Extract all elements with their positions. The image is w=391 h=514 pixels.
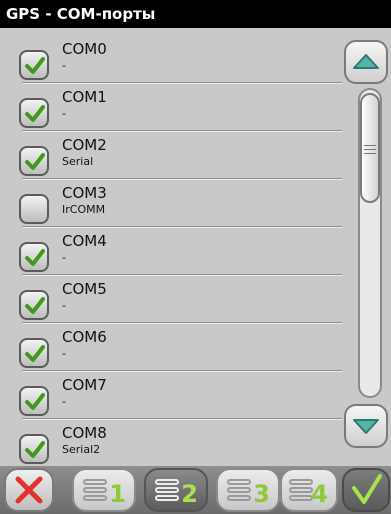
- row-divider: [22, 226, 342, 227]
- checkmark-icon: [25, 345, 45, 362]
- com-port-row[interactable]: COM3 IrCOMM: [14, 180, 344, 227]
- row-divider: [22, 322, 342, 323]
- com-port-row[interactable]: COM1 -: [14, 84, 344, 131]
- port-description: Serial2: [62, 443, 101, 456]
- com-port-list: COM0 - COM1 - COM2 Serial COM3 IrCOMM CO…: [14, 36, 344, 468]
- port-name: COM8: [62, 424, 107, 442]
- scroll-down-button[interactable]: [344, 404, 388, 448]
- port-checkbox[interactable]: [19, 242, 49, 272]
- row-divider: [22, 370, 342, 371]
- scroll-grip-line: [364, 149, 376, 150]
- row-divider: [22, 178, 342, 179]
- port-name: COM5: [62, 280, 107, 298]
- checkmark-icon: [25, 441, 45, 458]
- com-port-row[interactable]: COM7 -: [14, 372, 344, 419]
- port-name: COM7: [62, 376, 107, 394]
- tab-number: 3: [253, 480, 270, 508]
- ok-button[interactable]: [342, 468, 390, 512]
- port-description: -: [62, 107, 66, 120]
- port-checkbox[interactable]: [19, 434, 49, 464]
- checkmark-icon: [25, 249, 45, 266]
- row-divider: [22, 418, 342, 419]
- tab-3[interactable]: 3: [216, 468, 280, 512]
- triangle-up-icon: [353, 54, 379, 69]
- com-port-row[interactable]: COM8 Serial2: [14, 420, 344, 467]
- com-port-row[interactable]: COM4 -: [14, 228, 344, 275]
- checkmark-icon: [25, 105, 45, 122]
- tab-2[interactable]: 2: [144, 468, 208, 512]
- com-port-row[interactable]: COM6 -: [14, 324, 344, 371]
- port-checkbox[interactable]: [19, 194, 49, 224]
- port-checkbox[interactable]: [19, 50, 49, 80]
- port-name: COM0: [62, 40, 107, 58]
- port-checkbox[interactable]: [19, 386, 49, 416]
- port-checkbox[interactable]: [19, 290, 49, 320]
- port-description: IrCOMM: [62, 203, 106, 216]
- red-x-icon: [15, 476, 43, 504]
- com-port-row[interactable]: COM5 -: [14, 276, 344, 323]
- cancel-button[interactable]: [4, 468, 54, 512]
- com-port-row[interactable]: COM0 -: [14, 36, 344, 83]
- port-checkbox[interactable]: [19, 98, 49, 128]
- scroll-grip-line: [364, 153, 376, 154]
- tab-4[interactable]: 4: [280, 468, 338, 512]
- row-divider: [22, 274, 342, 275]
- checkmark-icon: [25, 57, 45, 74]
- port-description: -: [62, 251, 66, 264]
- port-name: COM6: [62, 328, 107, 346]
- checkmark-icon: [25, 297, 45, 314]
- checkmark-icon: [352, 474, 382, 504]
- com-port-row[interactable]: COM2 Serial: [14, 132, 344, 179]
- triangle-down-icon: [353, 419, 379, 434]
- row-divider: [22, 82, 342, 83]
- window-title: GPS - COM-порты: [0, 0, 391, 28]
- port-description: -: [62, 395, 66, 408]
- tab-number: 2: [181, 480, 198, 508]
- port-name: COM2: [62, 136, 107, 154]
- scroll-grip-line: [364, 145, 376, 146]
- port-name: COM1: [62, 88, 107, 106]
- port-checkbox[interactable]: [19, 146, 49, 176]
- tab-1[interactable]: 1: [72, 468, 136, 512]
- port-description: -: [62, 347, 66, 360]
- tab-number: 4: [311, 480, 328, 508]
- checkmark-icon: [25, 393, 45, 410]
- port-description: -: [62, 299, 66, 312]
- port-description: -: [62, 59, 66, 72]
- bottom-toolbar: 1 2 3 4: [0, 466, 391, 514]
- checkmark-icon: [25, 153, 45, 170]
- port-name: COM3: [62, 184, 107, 202]
- port-name: COM4: [62, 232, 107, 250]
- port-checkbox[interactable]: [19, 338, 49, 368]
- gps-com-ports-window: GPS - COM-порты COM0 - COM1 - COM2 Seria…: [0, 0, 391, 514]
- row-divider: [22, 130, 342, 131]
- scroll-thumb[interactable]: [360, 93, 380, 203]
- scroll-up-button[interactable]: [344, 40, 388, 84]
- tab-number: 1: [109, 480, 126, 508]
- port-description: Serial: [62, 155, 94, 168]
